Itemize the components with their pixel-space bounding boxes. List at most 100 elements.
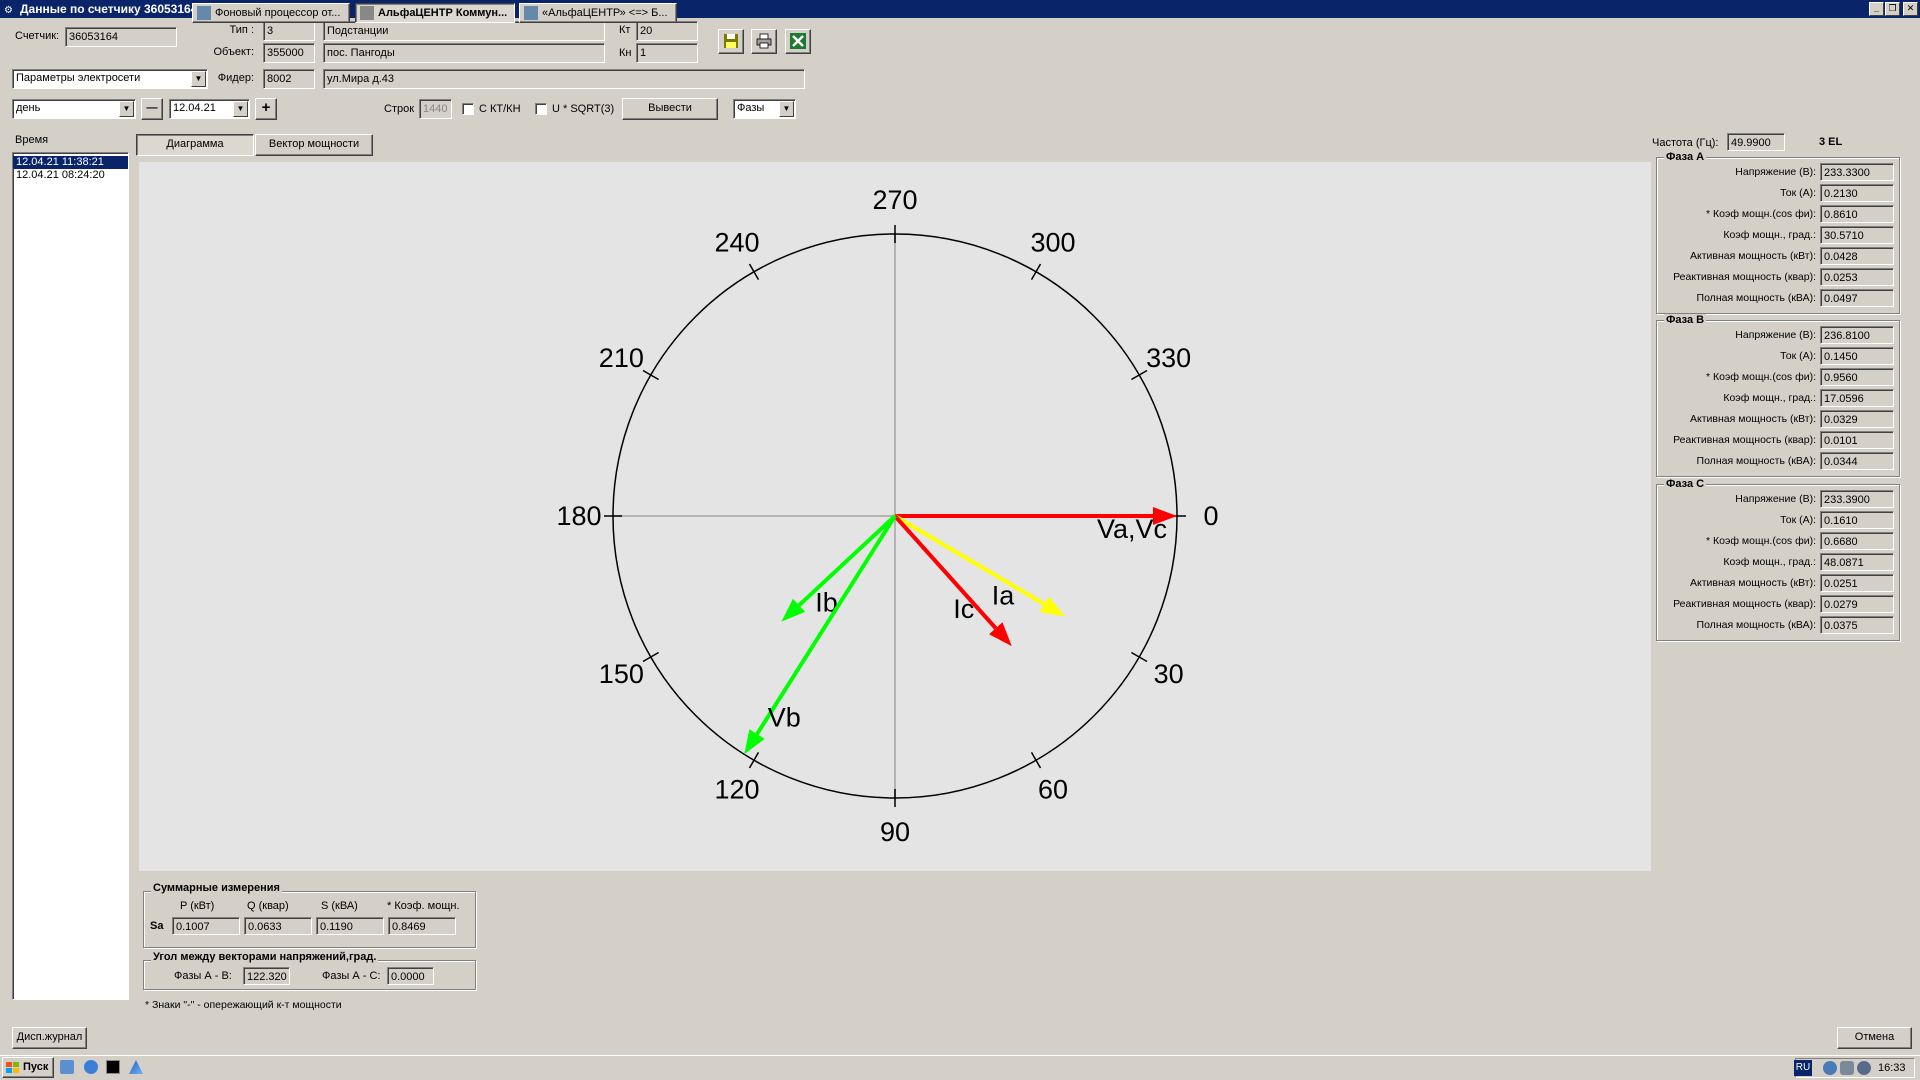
kn-field[interactable]: 1 [636, 43, 698, 63]
phase-param-field[interactable]: 0.0428 [1820, 247, 1894, 265]
phase-param-field[interactable]: 0.6680 [1820, 532, 1894, 550]
phase-param-field[interactable]: 0.1450 [1820, 347, 1894, 365]
angle-tick [1030, 263, 1042, 280]
phases-select-value: Фазы [737, 102, 765, 114]
object-name-field[interactable]: пос. Пангоды [323, 43, 605, 63]
output-button[interactable]: Вывести [622, 98, 718, 120]
frequency-field[interactable]: 49.9900 [1727, 133, 1785, 151]
list-item[interactable]: 12.04.21 11:38:21 [13, 156, 128, 169]
cancel-button[interactable]: Отмена [1837, 1027, 1912, 1049]
phase-param-field[interactable]: 30.5710 [1820, 226, 1894, 244]
kn-label: Кн [619, 47, 632, 59]
object-code-field[interactable]: 355000 [263, 43, 315, 63]
tab-diagram[interactable]: Диаграмма [136, 134, 254, 156]
phase-param-field[interactable]: 0.0253 [1820, 268, 1894, 286]
angle-tick-label: 120 [714, 775, 759, 805]
phase-param-label: Коэф мощн., град.: [1723, 392, 1816, 404]
phase-param-label: * Коэф мощн.(cos фи): [1706, 208, 1816, 220]
language-indicator[interactable]: RU [1794, 1060, 1812, 1076]
summary-q-field[interactable]: 0.0633 [244, 917, 312, 935]
summary-title: Суммарные измерения [151, 882, 282, 894]
taskbar-item-background-processor[interactable]: Фоновый процессор от... [192, 3, 350, 23]
type-name-field[interactable]: Подстанции [323, 21, 605, 41]
angle-tick-label: 90 [880, 817, 910, 847]
params-select[interactable]: Параметры электросети ▼ [12, 69, 208, 89]
phase-param-field[interactable]: 0.0279 [1820, 595, 1894, 613]
kt-label: Кт [619, 24, 631, 36]
phase-param-label: Полная мощность (кВА): [1696, 292, 1816, 304]
tab-power-vector[interactable]: Вектор мощности [255, 134, 373, 156]
quicklaunch-ie-icon[interactable] [84, 1060, 98, 1074]
phase-param-field[interactable]: 0.0497 [1820, 289, 1894, 307]
phase-param-field[interactable]: 236.8100 [1820, 326, 1894, 344]
phase-group-title: Фаза В [1664, 314, 1707, 326]
angle-ab-field[interactable]: 122.320 [243, 967, 290, 985]
frequency-label: Частота (Гц): [1652, 137, 1719, 149]
type-code-field[interactable]: 3 [263, 21, 315, 41]
rows-field[interactable]: 1440 [419, 99, 452, 119]
phase-param-field[interactable]: 0.1610 [1820, 511, 1894, 529]
angle-tick-label: 240 [714, 227, 759, 257]
quicklaunch-cmd-icon[interactable] [106, 1060, 120, 1074]
phase-param-field[interactable]: 0.0101 [1820, 431, 1894, 449]
phase-param-field[interactable]: 0.9560 [1820, 368, 1894, 386]
phase-param-label: * Коэф мощн.(cos фи): [1706, 371, 1816, 383]
taskbar-item-alfacenter[interactable]: АльфаЦЕНТР Коммун... [355, 3, 515, 23]
phase-param-label: Реактивная мощность (квар): [1673, 271, 1816, 283]
phase-param-field[interactable]: 0.8610 [1820, 205, 1894, 223]
windows-logo-icon [6, 1062, 19, 1073]
phase-param-field[interactable]: 233.3900 [1820, 490, 1894, 508]
summary-p-field[interactable]: 0.1007 [172, 917, 240, 935]
vector-arrowhead [744, 729, 765, 755]
sqrt3-checkbox[interactable] [535, 103, 547, 115]
quicklaunch-desktop-icon[interactable] [60, 1060, 74, 1074]
print-button[interactable] [751, 29, 777, 54]
summary-s-field[interactable]: 0.1190 [316, 917, 384, 935]
tray-security-icon[interactable] [1840, 1061, 1854, 1075]
task-label: «АльфаЦЕНТР» <=> Б... [542, 7, 668, 19]
phase-param-label: Коэф мощн., град.: [1723, 556, 1816, 568]
feeder-address-field[interactable]: ул.Мира д.43 [323, 69, 805, 89]
kt-field[interactable]: 20 [636, 21, 698, 41]
window-icon [524, 6, 538, 20]
date-select[interactable]: 12.04.21 ▼ [169, 99, 250, 119]
list-item[interactable]: 12.04.21 08:24:20 [13, 169, 128, 182]
date-minus-button[interactable]: — [141, 98, 163, 120]
summary-row-label: Sa [150, 920, 164, 932]
angle-tick [748, 752, 760, 769]
angle-ac-field[interactable]: 0.0000 [387, 967, 434, 985]
vector-line [893, 514, 1046, 606]
restore-button[interactable]: ❐ [1885, 2, 1900, 16]
phase-param-label: Реактивная мощность (квар): [1673, 598, 1816, 610]
tray-network-icon[interactable] [1823, 1061, 1837, 1075]
period-select[interactable]: день ▼ [12, 99, 136, 119]
phase-param-field[interactable]: 0.0344 [1820, 452, 1894, 470]
minimize-button[interactable]: _ [1869, 2, 1884, 16]
phase-param-field[interactable]: 0.2130 [1820, 184, 1894, 202]
phase-param-field[interactable]: 233.3300 [1820, 163, 1894, 181]
angle-tick-label: 60 [1038, 775, 1068, 805]
save-button[interactable] [718, 29, 744, 54]
close-button[interactable]: ✕ [1903, 2, 1918, 16]
excel-export-button[interactable] [785, 29, 811, 54]
meter-number-field[interactable]: 36053164 [65, 27, 177, 47]
task-label: Фоновый процессор от... [215, 7, 341, 19]
phase-param-field[interactable]: 0.0251 [1820, 574, 1894, 592]
dispatch-journal-button[interactable]: Дисп.журнал [12, 1027, 87, 1049]
phase-param-field[interactable]: 0.0375 [1820, 616, 1894, 634]
ct-vt-checkbox[interactable] [462, 103, 474, 115]
feeder-code-field[interactable]: 8002 [263, 69, 315, 89]
phases-select[interactable]: Фазы ▼ [733, 99, 796, 119]
summary-cos-field[interactable]: 0.8469 [388, 917, 456, 935]
feeder-label: Фидер: [217, 72, 254, 84]
date-plus-button[interactable]: + [255, 98, 277, 120]
tray-settings-icon[interactable] [1857, 1061, 1871, 1075]
chevron-down-icon: ▼ [779, 101, 794, 117]
taskbar-item-alfacenter-db[interactable]: «АльфаЦЕНТР» <=> Б... [519, 3, 677, 23]
phase-param-field[interactable]: 17.0596 [1820, 389, 1894, 407]
phase-param-field[interactable]: 48.0871 [1820, 553, 1894, 571]
phase-param-field[interactable]: 0.0329 [1820, 410, 1894, 428]
phase-param-label: Полная мощность (кВА): [1696, 619, 1816, 631]
start-button[interactable]: Пуск [2, 1057, 54, 1078]
phase-param-label: Ток (А): [1780, 514, 1816, 526]
